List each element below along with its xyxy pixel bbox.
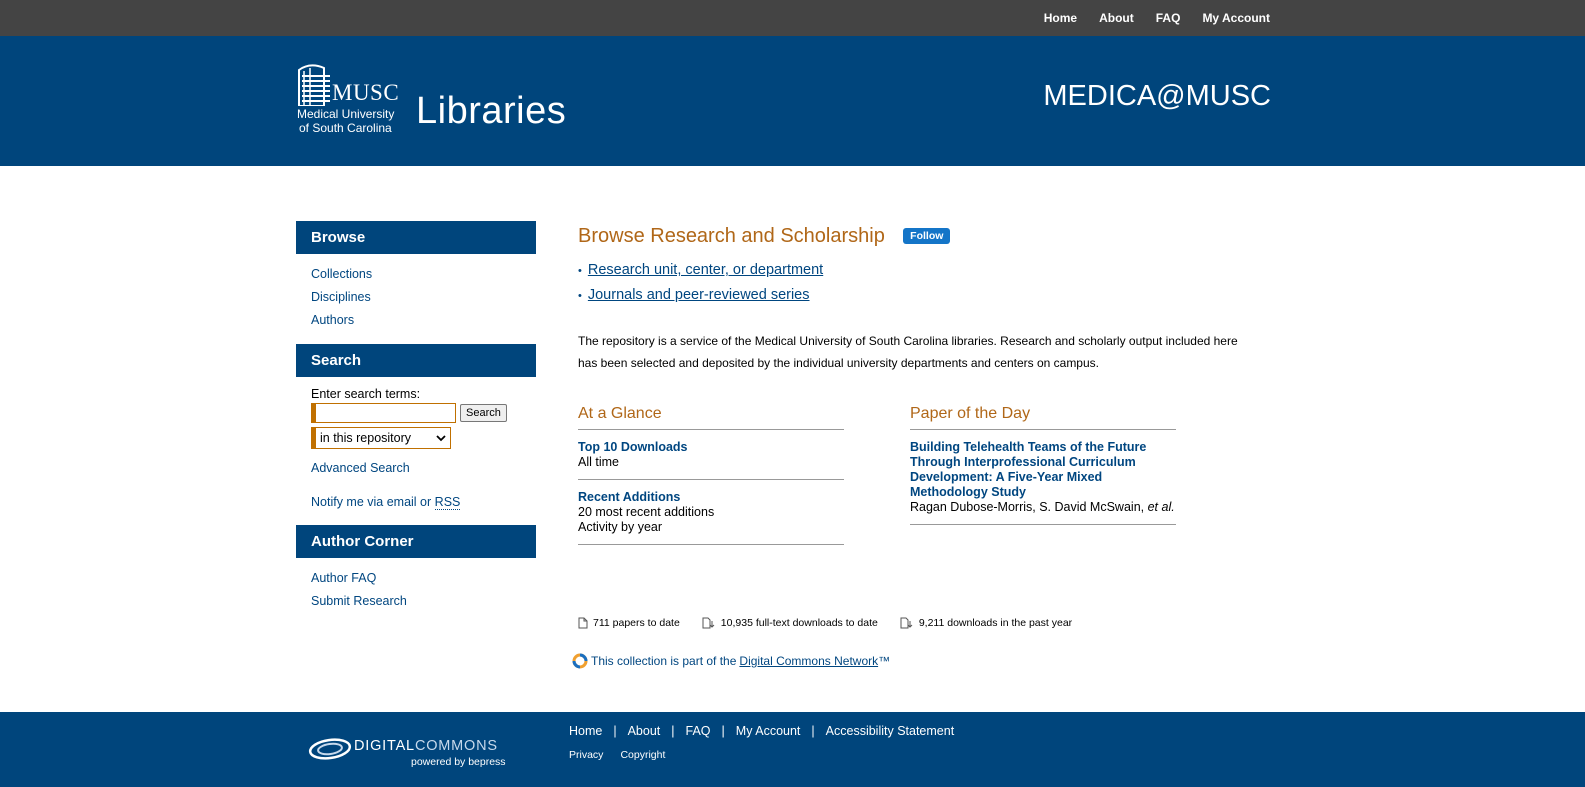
past-year-stat: 9,211 downloads in the past year (900, 617, 1072, 629)
footer-secondary-links: Privacy Copyright (569, 749, 682, 761)
footer-accessibility-link[interactable]: Accessibility Statement (826, 724, 955, 738)
search-form: Enter search terms: Search in this repos… (296, 377, 536, 521)
logo-university-line2: of South Carolina (299, 121, 392, 135)
dc-logo-wordmark: DIGITALCOMMONS (354, 738, 498, 754)
logo-libraries-text: Libraries (416, 90, 567, 132)
at-a-glance-section: At a Glance Top 10 Downloads All time Re… (578, 405, 844, 545)
logo-musc-text: MUSC (332, 80, 400, 105)
search-scope-value: in this repository (320, 431, 412, 445)
footer-separator: | (671, 724, 675, 738)
top-nav-home-link[interactable]: Home (1044, 11, 1077, 25)
repository-stats: 711 papers to date 10,935 full-text down… (578, 617, 1094, 629)
top-nav-my-account-link[interactable]: My Account (1202, 11, 1270, 25)
browse-disciplines-link[interactable]: Disciplines (311, 286, 536, 309)
footer-separator: | (811, 724, 815, 738)
footer-privacy-link[interactable]: Privacy (569, 749, 603, 761)
research-unit-link[interactable]: Research unit, center, or department (588, 262, 823, 278)
intro-text: The repository is a service of the Medic… (578, 334, 1238, 370)
site-footer: DIGITALCOMMONS powered by bepress Home |… (0, 712, 1585, 787)
footer-links: Home | About | FAQ | My Account | Access… (569, 724, 954, 738)
download-icon (900, 617, 913, 629)
paper-of-the-day-section: Paper of the Day Building Telehealth Tea… (910, 405, 1176, 525)
search-scope-select[interactable]: in this repository (311, 427, 451, 449)
author-corner-list: Author FAQ Submit Research (296, 558, 536, 625)
browse-heading: Browse (296, 221, 536, 254)
main-content: Browse Research and Scholarship Follow •… (572, 225, 1258, 669)
dc-logo-digital: DIGITAL (354, 738, 415, 754)
footer-separator: | (613, 724, 617, 738)
search-input[interactable] (311, 403, 456, 423)
author-corner-heading: Author Corner (296, 525, 536, 558)
notify-email-link[interactable]: Notify me via email or (311, 495, 431, 509)
top-downloads-subtext: All time (578, 455, 619, 469)
sidebar: Browse Collections Disciplines Authors S… (296, 221, 536, 625)
downloads-count-text: 10,935 full-text downloads to date (720, 617, 878, 629)
footer-copyright-link[interactable]: Copyright (620, 749, 665, 761)
digital-commons-network-link[interactable]: Digital Commons Network (739, 654, 878, 668)
past-year-count-text: 9,211 downloads in the past year (918, 617, 1073, 629)
page-title: Browse Research and Scholarship (578, 225, 885, 247)
top-downloads-link[interactable]: Top 10 Downloads (578, 440, 688, 454)
paper-of-the-day-item: Building Telehealth Teams of the Future … (910, 430, 1176, 525)
footer-faq-link[interactable]: FAQ (686, 724, 711, 738)
dc-logo-powered-by: powered by bepress (411, 756, 506, 768)
advanced-search-link[interactable]: Advanced Search (311, 461, 536, 475)
paper-et-al: et al. (1147, 500, 1175, 514)
browse-list: Collections Disciplines Authors (296, 254, 536, 344)
musc-libraries-logo[interactable]: MUSC Medical University of South Carolin… (296, 62, 566, 140)
journals-link[interactable]: Journals and peer-reviewed series (588, 287, 810, 303)
footer-separator: | (721, 724, 725, 738)
paper-of-the-day-heading: Paper of the Day (910, 405, 1176, 430)
browse-collections-link[interactable]: Collections (311, 263, 536, 286)
paper-title-link[interactable]: Building Telehealth Teams of the Future … (910, 440, 1146, 499)
activity-by-year-text: Activity by year (578, 520, 663, 534)
chevron-down-icon (436, 434, 446, 441)
footer-about-link[interactable]: About (628, 724, 661, 738)
musc-building-icon (298, 64, 330, 106)
recent-additions-subtext: 20 most recent additions (578, 505, 715, 519)
recent-additions-link[interactable]: Recent Additions (578, 490, 680, 504)
papers-count-text: 711 papers to date (593, 617, 680, 629)
papers-stat: 711 papers to date (578, 617, 680, 629)
site-name-link[interactable]: MEDICA@MUSC (1043, 80, 1271, 113)
search-row: Search (311, 403, 536, 423)
bullet-icon: • (578, 290, 582, 302)
top-nav-faq-link[interactable]: FAQ (1156, 11, 1181, 25)
top-nav-bar: Home About FAQ My Account (0, 0, 1585, 36)
document-icon (578, 617, 588, 629)
browse-links-list: • Research unit, center, or department • J… (578, 258, 1258, 308)
digital-commons-network-note: This collection is part of the Digital C… (572, 653, 890, 669)
follow-button[interactable]: Follow (903, 228, 951, 244)
author-faq-link[interactable]: Author FAQ (311, 567, 536, 590)
download-icon (702, 617, 715, 629)
downloads-stat: 10,935 full-text downloads to date (702, 617, 878, 629)
top-nav-about-link[interactable]: About (1099, 11, 1134, 25)
at-a-glance-heading: At a Glance (578, 405, 844, 430)
search-button[interactable]: Search (460, 404, 507, 422)
digital-commons-network-icon (572, 653, 588, 669)
top-nav-links: Home About FAQ My Account (1022, 0, 1270, 36)
digital-commons-swoosh-icon (308, 738, 352, 760)
rss-link[interactable]: RSS (434, 495, 461, 510)
list-item: • Research unit, center, or department (578, 258, 1258, 283)
submit-research-link[interactable]: Submit Research (311, 590, 536, 613)
logo-university-line1: Medical University (297, 107, 395, 121)
dcn-prefix-text: This collection is part of the (591, 654, 737, 668)
footer-my-account-link[interactable]: My Account (736, 724, 801, 738)
bullet-icon: • (578, 265, 582, 277)
dcn-trademark: ™ (878, 654, 891, 668)
search-heading: Search (296, 344, 536, 377)
list-item: • Journals and peer-reviewed series (578, 283, 1258, 308)
recent-additions-item: Recent Additions 20 most recent addition… (578, 480, 844, 545)
search-label: Enter search terms: (311, 387, 421, 401)
paper-authors: Ragan Dubose-Morris, S. David McSwain, (910, 500, 1145, 514)
browse-authors-link[interactable]: Authors (311, 309, 536, 332)
top-downloads-item: Top 10 Downloads All time (578, 430, 844, 480)
site-header: MUSC Medical University of South Carolin… (0, 36, 1585, 166)
footer-home-link[interactable]: Home (569, 724, 602, 738)
dc-logo-commons: COMMONS (414, 738, 498, 754)
notify-line: Notify me via email or RSS (311, 495, 536, 510)
